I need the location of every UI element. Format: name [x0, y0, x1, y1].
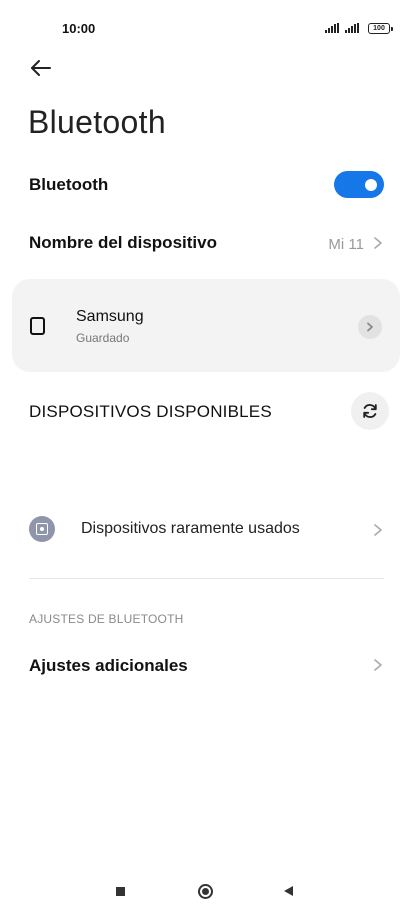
signal-bars-icon — [325, 23, 359, 33]
status-time: 10:00 — [62, 21, 96, 36]
refresh-button[interactable] — [351, 392, 389, 430]
navigation-bar — [0, 868, 412, 915]
divider — [29, 578, 384, 579]
toggle-knob — [365, 179, 377, 191]
bluetooth-toggle[interactable] — [334, 171, 384, 198]
settings-screen: 10:00 100 Bluetooth Bluetooth Nombre del… — [0, 0, 412, 915]
status-bar: 10:00 100 — [0, 0, 412, 58]
refresh-icon — [363, 404, 377, 418]
additional-settings-label: Ajustes adicionales — [29, 656, 188, 675]
chevron-right-icon — [374, 659, 382, 671]
bluetooth-settings-heading: AJUSTES DE BLUETOOTH — [29, 612, 184, 626]
device-name-label: Nombre del dispositivo — [29, 233, 217, 252]
page-title: Bluetooth — [28, 104, 166, 140]
bluetooth-toggle-label: Bluetooth — [29, 175, 109, 194]
device-box-icon — [29, 516, 55, 542]
paired-device-status: Guardado — [76, 331, 130, 345]
battery-icon: 100 — [368, 23, 393, 34]
device-details-button[interactable] — [358, 315, 382, 339]
chevron-right-icon — [367, 322, 373, 332]
back-button[interactable] — [28, 56, 54, 80]
phone-icon — [30, 317, 45, 335]
paired-device-card[interactable]: Samsung Guardado — [12, 279, 400, 372]
device-name-value: Mi 11 — [328, 236, 364, 253]
triangle-back-icon[interactable] — [284, 886, 293, 896]
rarely-used-devices-label: Dispositivos raramente usados — [81, 520, 300, 537]
arrow-left-icon — [31, 60, 51, 76]
home-circle-icon[interactable] — [198, 884, 213, 899]
square-icon[interactable] — [116, 887, 125, 896]
chevron-right-icon — [374, 237, 382, 249]
paired-device-name: Samsung — [76, 308, 144, 325]
available-devices-heading: DISPOSITIVOS DISPONIBLES — [29, 402, 272, 421]
chevron-right-icon — [374, 524, 382, 536]
